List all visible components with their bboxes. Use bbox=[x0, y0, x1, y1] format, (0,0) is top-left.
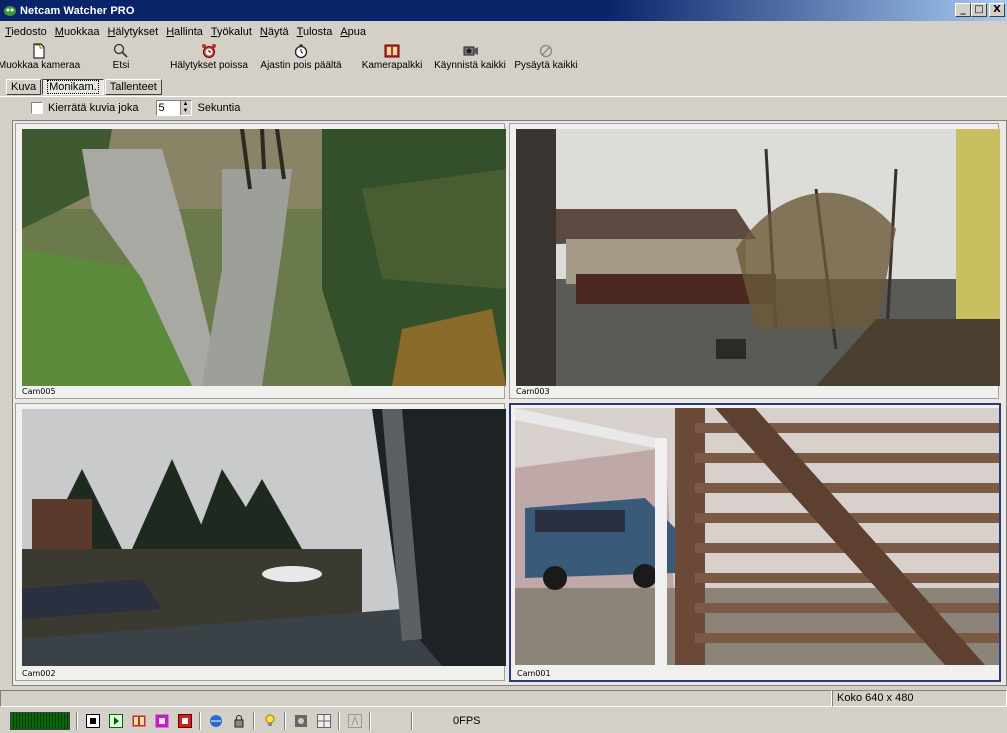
interval-spinner[interactable]: 5 ▲ ▼ bbox=[155, 99, 192, 116]
lock-icon[interactable] bbox=[231, 713, 247, 729]
multi-camera-grid: Cam005 Cam003 Cam002 Cam001 bbox=[12, 120, 1007, 686]
alarm-clock-icon bbox=[200, 42, 218, 60]
rotate-checkbox[interactable] bbox=[31, 101, 43, 114]
start-all-icon bbox=[461, 42, 479, 60]
lightbulb-icon[interactable] bbox=[262, 713, 278, 729]
menu-halytykset[interactable]: Hälytykset bbox=[104, 26, 161, 38]
new-document-icon bbox=[30, 42, 48, 60]
spin-down-icon[interactable]: ▼ bbox=[181, 108, 191, 115]
separator bbox=[76, 712, 78, 730]
seconds-label: Sekuntia bbox=[197, 101, 241, 114]
menu-hallinta[interactable]: Hallinta bbox=[163, 26, 206, 38]
menu-muokkaa[interactable]: Muokkaa bbox=[52, 26, 103, 38]
separator bbox=[369, 712, 371, 730]
bottom-toolbar: 0FPS bbox=[0, 709, 1007, 733]
interval-value: 5 bbox=[158, 101, 165, 114]
window-title: Netcam Watcher PRO bbox=[20, 4, 135, 17]
minimize-button[interactable]: _ bbox=[955, 3, 971, 17]
menu-bar: Tiedosto Muokkaa Hälytykset Hallinta Työ… bbox=[0, 22, 1007, 41]
image-size-status: Koko 640 x 480 bbox=[832, 690, 1007, 707]
menu-tulosta[interactable]: Tulosta bbox=[294, 26, 336, 38]
menu-tiedosto[interactable]: Tiedosto bbox=[2, 26, 50, 38]
camera-name: Cam001 bbox=[517, 669, 551, 678]
camera-name: Cam002 bbox=[22, 669, 56, 678]
tab-kuva[interactable]: Kuva bbox=[6, 79, 42, 95]
camera-view-cam001[interactable] bbox=[515, 408, 999, 665]
camera-tile-cam003[interactable]: Cam003 bbox=[509, 123, 1000, 399]
camera-bar-icon bbox=[383, 42, 401, 60]
separator bbox=[338, 712, 340, 730]
tab-monikam-label: Monikam. bbox=[47, 80, 99, 94]
settings-icon[interactable] bbox=[293, 713, 309, 729]
separator bbox=[284, 712, 286, 730]
menu-apua[interactable]: Apua bbox=[337, 26, 369, 38]
menu-tyokalut[interactable]: Työkalut bbox=[208, 26, 255, 38]
tab-strip: Kuva Monikam. Tallenteet bbox=[6, 78, 163, 95]
start-all-button[interactable]: Käynnistä kaikki bbox=[434, 41, 506, 77]
rotate-options: Kierrätä kuvia joka 5 ▲ ▼ Sekuntia bbox=[0, 96, 1007, 118]
tab-tallenteet[interactable]: Tallenteet bbox=[104, 79, 162, 95]
camera-name: Cam003 bbox=[516, 387, 550, 396]
camera-view-cam005[interactable] bbox=[22, 129, 506, 386]
grid-icon[interactable] bbox=[316, 713, 332, 729]
camera-tile-cam001[interactable]: Cam001 bbox=[509, 403, 1001, 682]
alarms-off-button[interactable]: Hälytykset poissa bbox=[166, 41, 252, 77]
camera-bar-button[interactable]: Kamerapalkki bbox=[358, 41, 426, 77]
timer-off-button[interactable]: Ajastin pois päältä bbox=[256, 41, 346, 77]
browser-icon[interactable] bbox=[208, 713, 224, 729]
status-message bbox=[0, 690, 832, 707]
camera-tile-cam002[interactable]: Cam002 bbox=[15, 403, 506, 681]
tab-monikam[interactable]: Monikam. bbox=[42, 79, 104, 95]
edit-camera-button[interactable]: Muokkaa kameraa bbox=[0, 41, 80, 77]
separator bbox=[253, 712, 255, 730]
play-icon[interactable] bbox=[108, 713, 124, 729]
stop-all-button[interactable]: Pysäytä kaikki bbox=[514, 41, 578, 77]
stop-record-icon[interactable] bbox=[177, 713, 193, 729]
separator bbox=[199, 712, 201, 730]
camera-view-cam003[interactable] bbox=[516, 129, 1000, 386]
fps-readout: 0FPS bbox=[453, 715, 481, 727]
record-icon[interactable] bbox=[154, 713, 170, 729]
app-logo-icon bbox=[3, 4, 17, 18]
toolbar: Muokkaa kameraa Etsi Hälytykset poissa A… bbox=[0, 41, 1007, 77]
search-icon bbox=[112, 42, 130, 60]
signal-icon[interactable] bbox=[347, 713, 363, 729]
camera-tile-cam005[interactable]: Cam005 bbox=[15, 123, 506, 399]
timer-icon bbox=[292, 42, 310, 60]
title-bar[interactable]: Netcam Watcher PRO _ □ X bbox=[0, 0, 1007, 21]
rotate-label: Kierrätä kuvia joka bbox=[48, 101, 139, 114]
spin-up-icon[interactable]: ▲ bbox=[181, 101, 191, 108]
menu-nayta[interactable]: Näytä bbox=[257, 26, 292, 38]
status-bar: Koko 640 x 480 bbox=[0, 690, 1007, 708]
camera-bar-icon[interactable] bbox=[131, 713, 147, 729]
stop-icon bbox=[537, 42, 555, 60]
maximize-button[interactable]: □ bbox=[971, 3, 987, 17]
separator bbox=[411, 712, 413, 730]
audio-level-meter bbox=[10, 712, 70, 730]
search-button[interactable]: Etsi bbox=[106, 41, 136, 77]
close-button[interactable]: X bbox=[989, 3, 1005, 17]
single-view-icon[interactable] bbox=[85, 713, 101, 729]
camera-name: Cam005 bbox=[22, 387, 56, 396]
camera-view-cam002[interactable] bbox=[22, 409, 506, 666]
